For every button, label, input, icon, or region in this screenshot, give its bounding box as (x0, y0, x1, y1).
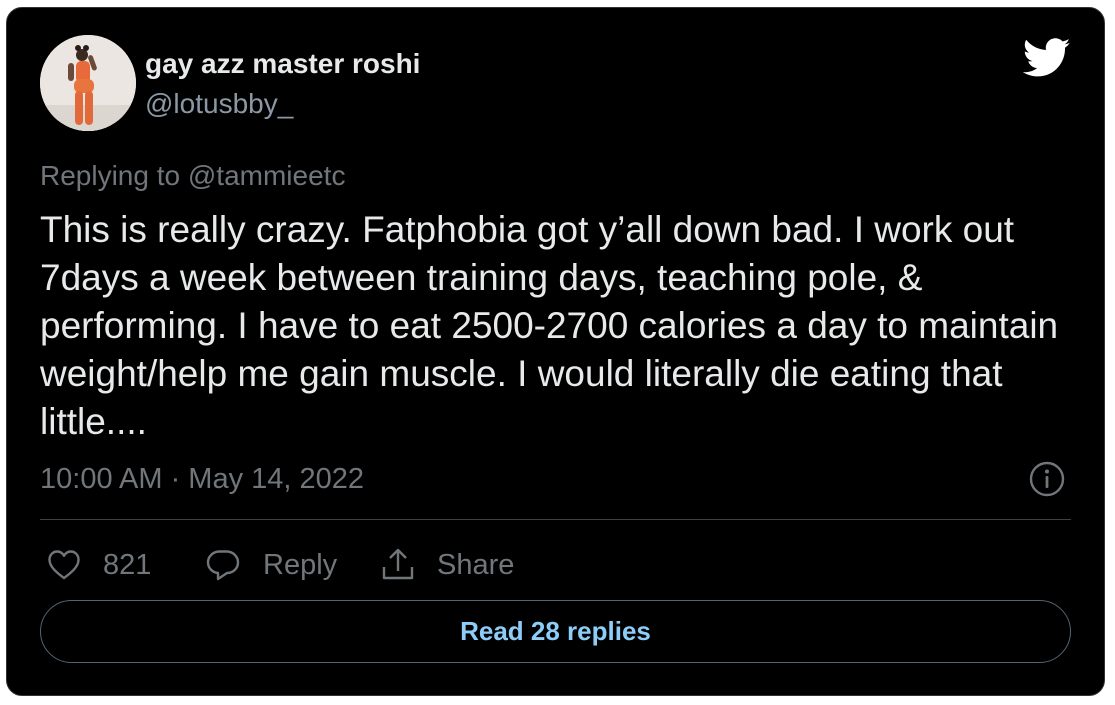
tweet-text: This is really crazy. Fatphobia got y’al… (40, 209, 1059, 442)
tweet-timestamp[interactable]: 10:00 AM · May 14, 2022 (40, 463, 364, 496)
like-count: 821 (103, 548, 152, 581)
reply-label: Reply (263, 548, 338, 581)
avatar-photo-icon (40, 35, 136, 131)
speech-bubble-icon (206, 550, 240, 581)
read-replies-label: Read 28 replies (460, 616, 651, 646)
share-label: Share (437, 548, 515, 581)
replying-to-prefix: Replying to (40, 160, 188, 191)
divider (40, 519, 1071, 520)
reply-button[interactable]: Reply (205, 545, 337, 585)
heart-icon (48, 550, 80, 580)
replying-to: Replying to @tammieetc (40, 160, 345, 192)
twitter-bird-icon[interactable] (1022, 38, 1071, 78)
replying-to-mention[interactable]: @tammieetc (188, 160, 346, 191)
share-upload-icon (382, 548, 414, 580)
author-display-name[interactable]: gay azz master roshi (145, 48, 420, 80)
tweet-card: gay azz master roshi @lotusbby_ Replying… (6, 7, 1105, 696)
avatar[interactable] (40, 35, 136, 131)
author-handle[interactable]: @lotusbby_ (145, 88, 293, 120)
share-button[interactable]: Share (381, 545, 514, 585)
info-icon[interactable] (1028, 460, 1066, 498)
like-button[interactable]: 821 (47, 545, 151, 585)
read-replies-button[interactable]: Read 28 replies (40, 600, 1071, 663)
